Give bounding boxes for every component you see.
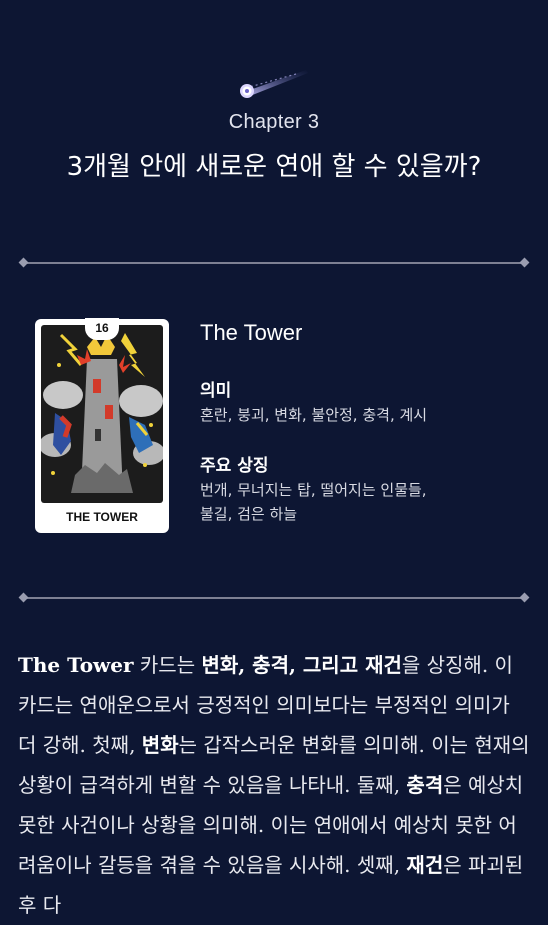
divider-bottom [18, 592, 530, 603]
reading-body: The Tower 카드는 변화, 충격, 그리고 재건을 상징해. 이 카드는… [18, 645, 530, 925]
body-keyword-shock: 충격 [406, 773, 444, 797]
body-card-name: The Tower [18, 653, 134, 677]
card-name: The Tower [200, 320, 303, 345]
comet-icon [240, 70, 308, 98]
symbols-line-2: 불길, 검은 하늘 [200, 505, 298, 523]
body-keyword-rebuild: 재건 [406, 853, 444, 877]
page-title: 3개월 안에 새로운 연애 할 수 있을까? [66, 152, 482, 182]
divider-top [18, 257, 530, 268]
meaning-text: 혼란, 붕괴, 변화, 불안정, 충격, 계시 [200, 406, 428, 424]
chapter-label: Chapter 3 [228, 111, 320, 133]
card-info: The Tower 의미 혼란, 붕괴, 변화, 불안정, 충격, 계시 주요 … [200, 320, 520, 526]
card-caption: THE TOWER [66, 510, 138, 524]
body-text-1: 카드는 [133, 653, 202, 677]
tower-card-image [41, 325, 163, 503]
meaning-label: 의미 [200, 381, 232, 401]
tower-card: 16 THE TOWER [35, 318, 169, 533]
symbols-line-1: 번개, 무너지는 탑, 떨어지는 인물들, [200, 481, 427, 499]
body-keywords: 변화, 충격, 그리고 재건 [201, 653, 402, 677]
card-number: 16 [85, 318, 119, 340]
chapter-header: Chapter 3 3개월 안에 새로운 연애 할 수 있을까? [0, 0, 548, 230]
symbols-label: 주요 상징 [200, 456, 269, 476]
body-keyword-change: 변화 [141, 733, 179, 757]
